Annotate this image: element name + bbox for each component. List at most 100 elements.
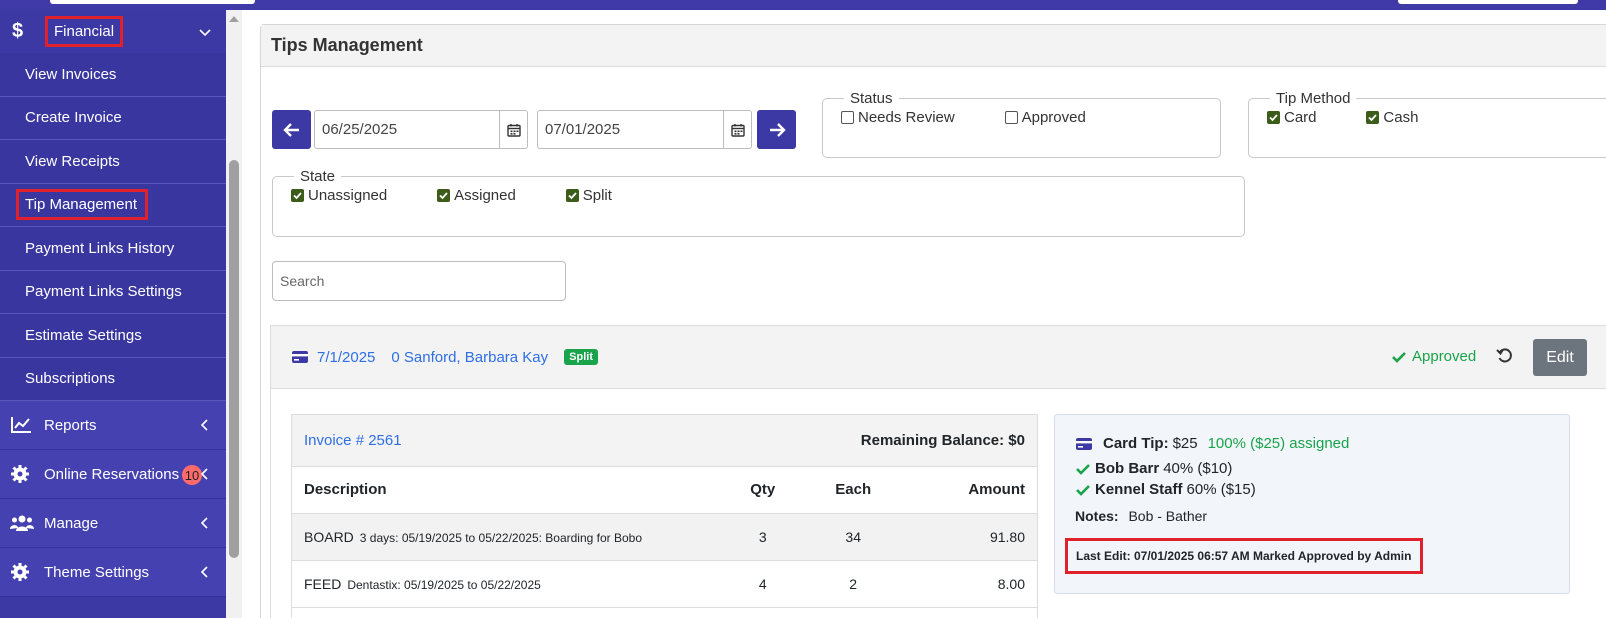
table-header-row: Description Qty Each Amount [292,467,1037,514]
dollar-icon: $ [12,20,24,42]
tip-date-link[interactable]: 7/1/2025 [317,349,375,366]
sidebar-section-manage[interactable]: Manage [0,499,226,548]
credit-card-icon [1075,437,1093,451]
sidebar-item-estimate-settings[interactable]: Estimate Settings [0,314,226,358]
chevron-left-icon [200,517,208,529]
tip-method-cash-checkbox[interactable]: Cash [1366,109,1418,126]
item-detail: 3 days: 05/19/2025 to 05/22/2025: Boardi… [359,530,643,545]
table-row: BOARD 3 days: 05/19/2025 to 05/22/2025: B… [292,513,1037,561]
remaining-balance: Remaining Balance: $0 [860,432,1025,449]
item-each: 34 [803,513,903,561]
chevron-left-icon [200,419,208,431]
next-range-button[interactable] [757,110,796,149]
tip-details-panel: Card Tip: $25 100% ($25) assigned Bob Ba… [1054,414,1570,594]
sidebar-item-payment-links-settings[interactable]: Payment Links Settings [0,271,226,314]
calendar-icon[interactable] [499,111,527,148]
sidebar-section-online-reservations[interactable]: Online Reservations 10 [0,450,226,499]
staff-name: Kennel Staff [1095,481,1183,498]
column-header: Qty [722,467,804,514]
staff-share: 60% ($15) [1186,481,1256,498]
notes-text: Bob - Bather [1128,508,1208,524]
gear-icon [10,464,44,484]
gear-icon [10,562,44,582]
item-amount: 91.80 [902,513,1037,561]
tip-amount: $25 [1172,435,1198,452]
sidebar-item-view-receipts[interactable]: View Receipts [0,140,226,184]
page-title: Tips Management [261,25,1606,67]
check-icon [1076,463,1090,475]
check-icon [1392,351,1406,363]
staff-share: 40% ($10) [1163,460,1233,477]
calendar-icon[interactable] [723,111,751,148]
sidebar-section-theme-settings[interactable]: Theme Settings [0,548,226,597]
staff-allocation: Bob Barr 40% ($10) [1075,460,1549,477]
tip-card: 7/1/2025 0 Sanford, Barbara Kay Split Ap… [270,325,1606,618]
state-unassigned-checkbox[interactable]: Unassigned [291,187,387,204]
previous-range-button[interactable] [272,110,311,149]
item-qty: 4 [722,560,804,608]
sidebar-item-create-invoice[interactable]: Create Invoice [0,97,226,140]
arrow-right-icon [769,122,786,137]
item-each: 2 [803,560,903,608]
sidebar-section-reports[interactable]: Reports [0,401,226,450]
chevron-left-icon [200,566,208,578]
tip-summary: Card Tip: $25 100% ($25) assigned [1075,435,1549,452]
chevron-down-icon [199,28,211,36]
invoice-header: Invoice # 2561 Remaining Balance: $0 [292,415,1037,467]
tip-method-card-checkbox[interactable]: Card [1267,109,1317,126]
invoice-panel: Invoice # 2561 Remaining Balance: $0 Des… [291,414,1038,618]
chevron-left-icon [200,468,208,480]
chart-line-icon [10,416,44,434]
column-header: Description [292,467,722,514]
tip-card-header: 7/1/2025 0 Sanford, Barbara Kay Split Ap… [271,326,1606,389]
sidebar-item-view-invoices[interactable]: View Invoices [0,53,226,97]
sidebar-item-tip-management[interactable]: Tip Management [0,184,226,227]
last-edit-info: Last Edit: 07/01/2025 06:57 AM Marked Ap… [1065,538,1423,574]
table-row: FEED Dentastix: 05/19/2025 to 05/22/2025 … [292,560,1037,608]
tip-method-filter: Tip Method Card Cash [1248,90,1606,158]
staff-name: Bob Barr [1095,460,1160,477]
sidebar-scrollbar[interactable] [226,10,242,618]
top-navbar [0,0,1606,10]
state-assigned-checkbox[interactable]: Assigned [437,187,516,204]
status-needs-review-checkbox[interactable]: Needs Review [841,109,955,126]
scroll-up-arrow[interactable] [229,16,239,22]
status-filter: Status Needs Review Approved [822,90,1221,158]
state-split-checkbox[interactable]: Split [565,187,612,204]
sidebar-item-payment-links-history[interactable]: Payment Links History [0,227,226,271]
invoice-link[interactable]: Invoice # 2561 [304,432,402,449]
end-date-input[interactable]: 07/01/2025 [537,110,752,149]
financial-submenu: View Invoices Create Invoice View Receip… [0,53,226,401]
item-code: BOARD [304,528,354,545]
column-header: Amount [902,467,1037,514]
assigned-summary: 100% ($25) assigned [1207,435,1350,452]
notes-label: Notes: [1075,508,1119,524]
item-amount: 8.00 [902,560,1037,608]
approved-status: Approved [1391,348,1476,365]
state-filter: State Unassigned Assigned Split [272,168,1245,237]
item-detail: Dentastix: 05/19/2025 to 05/22/2025 [347,577,541,592]
arrow-left-icon [282,122,299,137]
sidebar-item-subscriptions[interactable]: Subscriptions [0,358,226,401]
edit-button[interactable]: Edit [1533,339,1587,376]
check-icon [1076,484,1090,496]
credit-card-icon [291,350,309,364]
invoice-items-table: Description Qty Each Amount BOARD 3 days:… [292,467,1037,608]
split-badge: Split [564,349,598,365]
start-date-input[interactable]: 06/25/2025 [314,110,528,149]
sidebar-section-label: Financial [45,16,124,47]
sidebar: $ Financial View Invoices Create Invoice… [0,10,226,618]
top-search-input[interactable] [50,0,255,4]
status-approved-checkbox[interactable]: Approved [1004,109,1086,126]
top-right-control[interactable] [1398,0,1578,4]
staff-allocation: Kennel Staff 60% ($15) [1075,481,1549,498]
tip-notes: Notes: Bob - Bather [1075,508,1549,524]
column-header: Each [803,467,903,514]
tip-type-label: Card Tip: [1103,435,1169,452]
search-input[interactable] [272,261,566,301]
customer-link[interactable]: 0 Sanford, Barbara Kay [391,349,548,366]
users-icon [10,514,44,532]
sidebar-section-financial[interactable]: $ Financial [0,10,226,53]
undo-icon[interactable] [1496,347,1514,368]
scrollbar-thumb[interactable] [229,160,239,558]
